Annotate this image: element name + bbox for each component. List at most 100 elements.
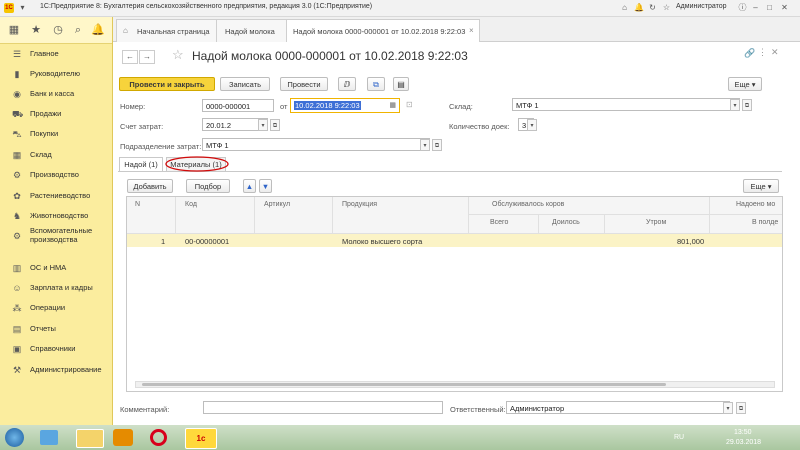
search-icon[interactable]: ⌕ <box>70 22 86 38</box>
sidebar-item-label: Главное <box>30 49 59 58</box>
sidebar-item[interactable]: ▤ Отчеты <box>0 321 112 339</box>
home-icon: ⌂ <box>123 26 128 35</box>
division-field[interactable]: МТФ 1 <box>202 138 430 151</box>
dropdown-icon[interactable]: ▾ <box>258 119 268 131</box>
close-form-icon[interactable]: ✕ <box>771 47 779 58</box>
star-icon[interactable]: ☆ <box>662 3 671 12</box>
minimize-icon[interactable]: – <box>751 3 760 12</box>
forward-arrow-icon[interactable]: → <box>139 50 155 64</box>
structure-icon[interactable]: ⧉ <box>367 77 385 91</box>
dropdown-icon[interactable]: ▾ <box>420 139 430 151</box>
favorite-star-icon[interactable]: ☆ <box>172 47 184 63</box>
warehouse-field[interactable]: МТФ 1 <box>512 98 740 111</box>
row-morning[interactable]: 801,000 <box>677 237 704 246</box>
calendar-icon[interactable]: ▦ <box>389 99 396 112</box>
dropdown-icon[interactable]: ▾ <box>730 99 740 111</box>
open-icon[interactable]: ⧉ <box>736 402 746 414</box>
sidebar-item[interactable]: ☺ Зарплата и кадры <box>0 280 112 298</box>
sidebar-item-label: Вспомогательные производства <box>30 226 93 244</box>
comment-field[interactable] <box>203 401 443 414</box>
sidebar-item-label: ОС и НМА <box>30 263 67 272</box>
sidebar-item[interactable]: ▮ Руководителю <box>0 66 112 84</box>
favorites-icon[interactable]: ★ <box>28 22 44 38</box>
clock-date[interactable]: 29.03.2018 <box>726 439 761 446</box>
open-icon[interactable]: ⧉ <box>270 119 280 131</box>
opera-icon[interactable] <box>150 429 167 446</box>
scrollbar-thumb[interactable] <box>142 383 666 386</box>
sidebar-item[interactable]: ☰ Главное <box>0 46 112 64</box>
sidebar-item-label: Отчеты <box>30 324 56 333</box>
col-milked-group: Надоено мо <box>736 201 776 208</box>
home-icon[interactable]: ⌂ <box>620 3 629 12</box>
history-icon[interactable]: ◷ <box>50 22 66 38</box>
sidebar-item[interactable]: ⚙ Производство <box>0 167 112 185</box>
sidebar-item[interactable]: ⚒ Администрирование <box>0 362 112 380</box>
operations-icon: ⁂ <box>12 303 22 313</box>
milkings-label: Количество доек: <box>449 122 510 131</box>
sidebar-item[interactable]: ◉ Банк и касса <box>0 86 112 104</box>
sidebar-item[interactable]: ⛍ Покупки <box>0 126 112 144</box>
tab-home[interactable]: ⌂ Начальная страница <box>116 19 218 42</box>
sidebar-item[interactable]: ⁂ Операции <box>0 300 112 318</box>
sidebar-item[interactable]: ⚙ Вспомогательные производства <box>0 226 112 246</box>
menu-icon[interactable]: ▾ <box>18 3 27 12</box>
comment-label: Комментарий: <box>120 405 170 414</box>
horizontal-scrollbar[interactable] <box>135 381 775 388</box>
maximize-icon[interactable]: □ <box>765 3 774 12</box>
more-button[interactable]: Еще ▾ <box>728 77 762 91</box>
tab-milk-yield-document[interactable]: Надой молока 0000-000001 от 10.02.2018 9… <box>286 19 480 42</box>
print-icon[interactable]: ▤ <box>393 77 409 91</box>
open-icon[interactable]: ⧉ <box>432 139 442 151</box>
tab-milk-yield[interactable]: Надой (1) <box>119 157 163 171</box>
sidebar-item[interactable]: ♞ Животноводство <box>0 208 112 226</box>
open-icon[interactable]: ⧉ <box>742 99 752 111</box>
history-icon[interactable]: ↻ <box>648 3 657 12</box>
select-button[interactable]: Подбор <box>186 179 230 193</box>
clock-time[interactable]: 13:50 <box>734 429 752 436</box>
sidebar-item[interactable]: ▥ ОС и НМА <box>0 260 112 278</box>
post-button[interactable]: Провести <box>280 77 328 91</box>
media-player-icon[interactable] <box>113 429 133 446</box>
link-icon[interactable]: 🔗 <box>744 48 755 59</box>
bell-icon[interactable]: 🔔 <box>90 22 106 38</box>
responsible-field[interactable]: Администратор <box>506 401 730 414</box>
post-and-close-button[interactable]: Провести и закрыть <box>119 77 215 91</box>
sidebar-item[interactable]: ✿ Растениеводство <box>0 188 112 206</box>
move-down-icon[interactable]: ▼ <box>259 179 272 193</box>
close-icon[interactable]: ✕ <box>780 3 789 12</box>
notification-icon[interactable]: 🔔 <box>634 3 644 12</box>
ie-icon[interactable] <box>40 430 58 445</box>
save-button[interactable]: Записать <box>220 77 270 91</box>
posting-journal-icon[interactable]: ⅅ <box>338 77 356 91</box>
info-icon[interactable]: ⓘ <box>738 3 747 12</box>
col-total: Всего <box>490 219 509 226</box>
add-button[interactable]: Добавить <box>127 179 173 193</box>
explorer-icon[interactable] <box>76 429 104 448</box>
windows-start-icon[interactable] <box>5 428 24 447</box>
dropdown-icon[interactable]: ▾ <box>527 119 537 131</box>
app-logo-icon: 1С <box>4 3 14 13</box>
sidebar-item[interactable]: ⛟ Продажи <box>0 106 112 124</box>
table-more-button[interactable]: Еще ▾ <box>743 179 779 193</box>
number-field[interactable]: 0000-000001 <box>202 99 274 112</box>
user-name[interactable]: Администратор <box>676 3 727 10</box>
move-up-icon[interactable]: ▲ <box>243 179 256 193</box>
tab-label: Надой молока 0000-000001 от 10.02.2018 9… <box>293 27 466 36</box>
date-field[interactable]: 10.02.2018 9:22:03 ▦ <box>290 98 400 113</box>
row-code[interactable]: 00-00000001 <box>185 237 229 246</box>
table-header <box>127 197 782 233</box>
more-vertical-icon[interactable]: ⋮ <box>758 47 767 58</box>
tab-milk-yield-list[interactable]: Надой молока <box>216 19 288 42</box>
sidebar-item[interactable]: ▣ Справочники <box>0 341 112 359</box>
col-dry: Доилось <box>552 219 580 226</box>
apps-grid-icon[interactable]: ▦ <box>6 22 22 38</box>
row-product[interactable]: Молоко высшего сорта <box>342 237 422 246</box>
table-more-label: Еще <box>750 182 766 191</box>
back-arrow-icon[interactable]: ← <box>122 50 138 64</box>
1c-app-icon[interactable]: 1с <box>185 428 217 449</box>
group-divider <box>468 214 782 215</box>
language-indicator[interactable]: RU <box>674 434 684 441</box>
dropdown-icon[interactable]: ▾ <box>723 402 733 414</box>
sidebar-item[interactable]: ▦ Склад <box>0 147 112 165</box>
close-tab-icon[interactable]: × <box>469 26 474 35</box>
